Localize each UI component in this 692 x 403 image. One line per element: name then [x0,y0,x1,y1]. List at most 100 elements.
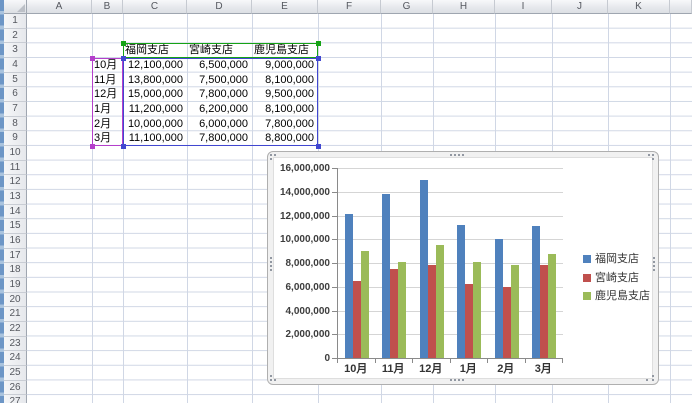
chart-selection-handle[interactable] [270,257,272,259]
row-header-22[interactable]: 22 [4,322,27,337]
column-header-F[interactable]: F [318,0,381,14]
chart-selection-handle[interactable] [652,375,654,377]
legend-swatch [583,255,591,263]
bar-福岡支店-11月[interactable] [382,194,390,358]
chart-selection-handle[interactable] [270,158,272,160]
chart-selection-handle[interactable] [270,379,272,381]
bar-鹿児島支店-3月[interactable] [548,254,556,359]
row-header-7[interactable]: 7 [4,102,27,117]
chart-selection-handle[interactable] [646,379,648,381]
row-header-25[interactable]: 25 [4,366,27,381]
chart-selection-handle[interactable] [274,154,276,156]
bar-福岡支店-3月[interactable] [532,226,540,358]
chart-selection-handle[interactable] [652,154,654,156]
selection-handle[interactable] [90,144,95,149]
row-header-10[interactable]: 10 [4,146,27,161]
chart-gridline [338,287,563,288]
bar-宮崎支店-12月[interactable] [428,265,436,358]
bar-鹿児島支店-2月[interactable] [511,265,519,358]
bar-福岡支店-10月[interactable] [345,214,353,358]
selection-handle[interactable] [316,144,321,149]
row-header-20[interactable]: 20 [4,293,27,308]
chart[interactable]: 02,000,0004,000,0006,000,0008,000,00010,… [267,151,659,385]
bar-福岡支店-2月[interactable] [495,239,503,358]
row-header-8[interactable]: 8 [4,117,27,132]
chart-selection-handle[interactable] [270,265,272,267]
column-header-I[interactable]: I [495,0,552,14]
chart-selection-handle[interactable] [270,269,272,271]
chart-selection-handle[interactable] [458,154,460,156]
chart-selection-handle[interactable] [274,379,276,381]
row-header-16[interactable]: 16 [4,234,27,249]
bar-鹿児島支店-12月[interactable] [436,245,444,358]
row-header-23[interactable]: 23 [4,337,27,352]
chart-selection-handle[interactable] [652,379,654,381]
row-header-4[interactable]: 4 [4,58,27,73]
selection-handle[interactable] [121,56,126,61]
bar-福岡支店-12月[interactable] [420,180,428,358]
chart-selection-handle[interactable] [450,154,452,156]
row-header-1[interactable]: 1 [4,14,27,29]
selection-handle[interactable] [121,41,126,46]
chart-selection-handle[interactable] [462,379,464,381]
chart-selection-handle[interactable] [462,154,464,156]
row-header-14[interactable]: 14 [4,205,27,220]
row-header-5[interactable]: 5 [4,73,27,88]
row-header-13[interactable]: 13 [4,190,27,205]
select-all-button[interactable] [4,0,27,14]
chart-selection-handle[interactable] [270,375,272,377]
chart-selection-handle[interactable] [653,257,655,259]
bar-鹿児島支店-11月[interactable] [398,262,406,358]
selection-handle[interactable] [90,56,95,61]
row-header-24[interactable]: 24 [4,351,27,366]
column-header-G[interactable]: G [381,0,433,14]
chart-selection-handle[interactable] [450,379,452,381]
chart-selection-handle[interactable] [270,154,272,156]
column-header-A[interactable]: A [27,0,92,14]
chart-selection-handle[interactable] [653,261,655,263]
y-axis-label: 4,000,000 [268,306,330,317]
row-header-19[interactable]: 19 [4,278,27,293]
bar-宮崎支店-1月[interactable] [465,284,473,358]
chart-selection-handle[interactable] [653,269,655,271]
selection-handle[interactable] [121,144,126,149]
bar-宮崎支店-3月[interactable] [540,265,548,358]
bar-宮崎支店-11月[interactable] [390,269,398,358]
bar-鹿児島支店-1月[interactable] [473,262,481,358]
chart-selection-handle[interactable] [653,265,655,267]
bar-福岡支店-1月[interactable] [457,225,465,358]
column-header-C[interactable]: C [123,0,187,14]
y-axis-label: 0 [268,353,330,364]
chart-selection-handle[interactable] [652,158,654,160]
column-header-E[interactable]: E [252,0,318,14]
row-header-15[interactable]: 15 [4,219,27,234]
row-header-26[interactable]: 26 [4,381,27,396]
row-header-27[interactable]: 27 [4,395,27,403]
row-header-17[interactable]: 17 [4,249,27,264]
chart-selection-handle[interactable] [454,379,456,381]
bar-宮崎支店-2月[interactable] [503,287,511,358]
row-header-6[interactable]: 6 [4,87,27,102]
row-header-9[interactable]: 9 [4,131,27,146]
row-header-12[interactable]: 12 [4,175,27,190]
bar-鹿児島支店-10月[interactable] [361,251,369,358]
column-header-H[interactable]: H [433,0,495,14]
row-header-11[interactable]: 11 [4,161,27,176]
chart-selection-handle[interactable] [270,261,272,263]
chart-selection-handle[interactable] [458,379,460,381]
chart-selection-handle[interactable] [454,154,456,156]
column-header-J[interactable]: J [552,0,608,14]
column-header-K[interactable]: K [608,0,670,14]
excel-worksheet: ABCDEFGHIJK 1234567891011121314151617181… [0,0,692,403]
row-header-21[interactable]: 21 [4,307,27,322]
bar-宮崎支店-10月[interactable] [353,281,361,358]
selection-handle[interactable] [316,41,321,46]
selection-handle[interactable] [316,56,321,61]
column-header-partial[interactable] [670,0,692,14]
column-header-B[interactable]: B [92,0,123,14]
row-header-18[interactable]: 18 [4,263,27,278]
column-header-D[interactable]: D [187,0,252,14]
chart-selection-handle[interactable] [648,154,650,156]
row-header-3[interactable]: 3 [4,43,27,58]
row-header-2[interactable]: 2 [4,29,27,44]
